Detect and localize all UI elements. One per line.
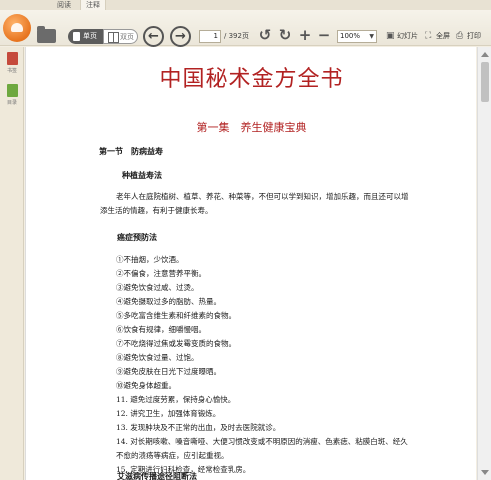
scroll-down-icon[interactable] [481,470,489,475]
list-item: 11. 避免过度劳累，保持身心愉快。 [116,395,236,404]
vertical-scrollbar[interactable] [477,47,491,480]
list-item: 13. 发现肿块及不正常的出血，及时去医院就诊。 [116,423,281,432]
tab-strip: 阅读 注释 [0,0,491,10]
list-item: 12. 讲究卫生，加强体育锻炼。 [116,409,221,418]
subheading-aids: 艾滋病传播途径阻断法 [117,471,197,480]
page-number-input[interactable]: 1 [199,30,221,43]
fullscreen-icon: ⛶ [425,31,432,41]
section-heading: 第一节 防病益寿 [99,146,163,156]
double-page-button[interactable]: 双页 [103,29,138,44]
sidebar-item-bookmarks[interactable]: 书签 [3,52,21,74]
zoom-in-icon[interactable]: + [296,26,314,44]
print-label: 打印 [467,32,481,40]
chevron-down-icon: ▼ [369,33,374,40]
fullscreen-button[interactable]: ⛶ 全屏 [425,30,450,43]
reader-window: 阅读 注释 单页 双页 ← → 1 / 392页 ↺ ↻ + − 100% ▼ … [0,0,491,480]
list-item: ⑥饮食有规律，细嚼慢咽。 [116,325,206,334]
list-item: ⑦不吃烧得过焦或发霉变质的食物。 [116,339,236,348]
page-total: / 392页 [224,32,249,40]
document-title: 中国秘术金方全书 [159,67,344,92]
list-item: ⑧避免饮食过量、过饱。 [116,353,199,362]
toc-icon [6,84,18,97]
list-item: 14. 对长期咳嗽、嗓音嘶哑、大便习惯改变或不明原因的消瘦、色素痣、粘膜白斑、经… [116,437,408,460]
list-item: ②不偏食，注意营养平衡。 [116,269,206,278]
slideshow-icon: ▣ [386,31,395,41]
prev-page-button[interactable]: ← [143,26,164,47]
left-sidebar: 书签 目录 [0,47,24,480]
next-page-button[interactable]: → [170,26,191,47]
list-item: ⑩避免身体超重。 [116,381,176,390]
zoom-select[interactable]: 100% ▼ [337,30,377,43]
rotate-right-icon[interactable]: ↻ [276,26,294,44]
prevention-list: ①不抽烟，少饮酒。 ②不偏食，注意营养平衡。 ③避免饮食过咸、过烫。 ④避免摄取… [100,253,415,477]
open-folder-icon[interactable] [37,26,56,43]
subheading-cancer-prevention: 癌症预防法 [117,232,157,242]
list-item: ⑨避免皮肤在日光下过度曝晒。 [116,367,221,376]
zoom-out-icon[interactable]: − [315,26,333,44]
sidebar-item-label: 目录 [6,100,17,106]
single-page-button[interactable]: 单页 [68,29,103,44]
document-page: 中国秘术金方全书 第一集 养生健康宝典 第一节 防病益寿 种植益寿法 老年人在庭… [25,47,476,480]
sidebar-item-label: 书签 [6,68,17,74]
sidebar-item-toc[interactable]: 目录 [3,84,21,106]
chapter-heading: 第一集 养生健康宝典 [196,121,307,134]
slideshow-label: 幻灯片 [397,32,418,40]
slideshow-button[interactable]: ▣ 幻灯片 [386,30,418,43]
tab-annotate[interactable]: 注释 [80,0,106,10]
print-button[interactable]: ⎙ 打印 [456,30,481,43]
print-icon: ⎙ [456,31,464,41]
list-item: ③避免饮食过咸、过烫。 [116,283,199,292]
tab-read[interactable]: 阅读 [52,0,76,10]
fullscreen-label: 全屏 [436,32,450,40]
paragraph-planting: 老年人在庭院植树、植草、养花、种菜等，不但可以学到知识，增加乐趣，而且还可以增添… [100,192,409,215]
list-item: ④避免摄取过多的脂肪、热量。 [116,297,221,306]
rotate-left-icon[interactable]: ↺ [256,26,274,44]
bookmark-icon [6,52,18,65]
scroll-up-icon[interactable] [481,52,489,57]
app-logo-icon[interactable] [3,14,31,42]
zoom-value: 100% [340,32,361,40]
list-item: ⑤多吃富含维生素和纤维素的食物。 [116,311,236,320]
scroll-thumb[interactable] [481,62,489,102]
toolbar: 单页 双页 ← → 1 / 392页 ↺ ↻ + − 100% ▼ ▣ 幻灯片 … [0,10,491,47]
list-item: ①不抽烟，少饮酒。 [116,255,184,264]
subheading-planting: 种植益寿法 [122,170,162,180]
